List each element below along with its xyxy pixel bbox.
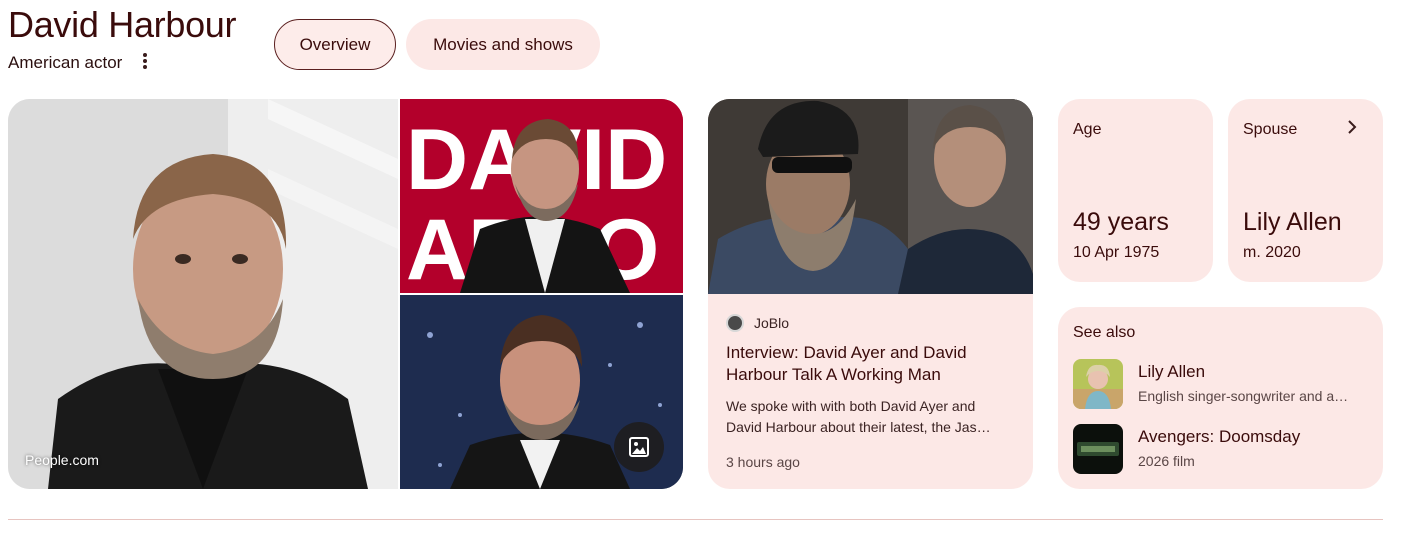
fact-card-spouse[interactable]: Spouse Lily Allen m. 2020: [1228, 99, 1383, 282]
main-portrait-image[interactable]: [8, 99, 398, 489]
news-timestamp: 3 hours ago: [726, 454, 800, 470]
fact-subvalue: 10 Apr 1975: [1073, 244, 1160, 261]
news-source-name: JoBlo: [754, 315, 790, 331]
see-also-title: See also: [1073, 324, 1136, 341]
chevron-right-icon[interactable]: [1344, 119, 1360, 135]
fact-value: 49 years: [1073, 208, 1169, 236]
news-card[interactable]: JoBlo Interview: David Ayer and David Ha…: [708, 99, 1033, 489]
news-snippet-line: David Harbour about their latest, the Ja…: [726, 419, 991, 435]
see-also-item-desc: English singer-songwriter and a…: [1138, 388, 1349, 404]
more-options-icon[interactable]: [138, 52, 152, 70]
news-headline[interactable]: Interview: David Ayer and David Harbour …: [726, 342, 1016, 386]
page-title: David Harbour: [8, 4, 237, 45]
fact-label: Age: [1073, 121, 1102, 138]
news-thumbnail: [708, 99, 1033, 294]
see-also-item-desc: 2026 film: [1138, 453, 1195, 469]
image-gallery-button[interactable]: [614, 422, 664, 472]
image-source-label: People.com: [25, 452, 99, 468]
fact-label: Spouse: [1243, 121, 1298, 138]
section-divider: [8, 519, 1383, 520]
tab-movies-and-shows[interactable]: Movies and shows: [406, 19, 600, 70]
news-photo-illustration: [708, 99, 1033, 294]
see-also-item-name: Lily Allen: [1138, 362, 1206, 381]
news-snippet: We spoke with with both David Ayer and D…: [726, 396, 1016, 438]
see-also-card: See also Lily Allen English singer-songw…: [1058, 307, 1383, 489]
avengers-doomsday-thumbnail: [1073, 424, 1123, 474]
avengers-doomsday-thumbnail-illustration: [1073, 424, 1123, 474]
fact-subvalue: m. 2020: [1243, 244, 1301, 261]
lily-allen-thumbnail: [1073, 359, 1123, 409]
see-also-item-name: Avengers: Doomsday: [1138, 427, 1301, 446]
see-also-item[interactable]: Lily Allen English singer-songwriter and…: [1073, 359, 1373, 409]
see-also-item[interactable]: Avengers: Doomsday 2026 film: [1073, 424, 1373, 474]
news-source-row: JoBlo: [726, 314, 789, 332]
tab-overview[interactable]: Overview: [274, 19, 396, 70]
image-gallery-icon: [629, 437, 649, 457]
joblo-favicon-icon: [726, 314, 744, 332]
news-snippet-line: We spoke with with both David Ayer and: [726, 398, 976, 414]
event-photo-red-backdrop[interactable]: DAVID ARBO: [400, 99, 683, 293]
fact-value: Lily Allen: [1243, 208, 1342, 236]
red-backdrop-illustration: DAVID ARBO: [400, 99, 683, 293]
entity-subtitle: American actor: [8, 53, 123, 72]
fact-card-age[interactable]: Age 49 years 10 Apr 1975: [1058, 99, 1213, 282]
lily-allen-thumbnail-illustration: [1073, 359, 1123, 409]
portrait-illustration: [8, 99, 398, 489]
